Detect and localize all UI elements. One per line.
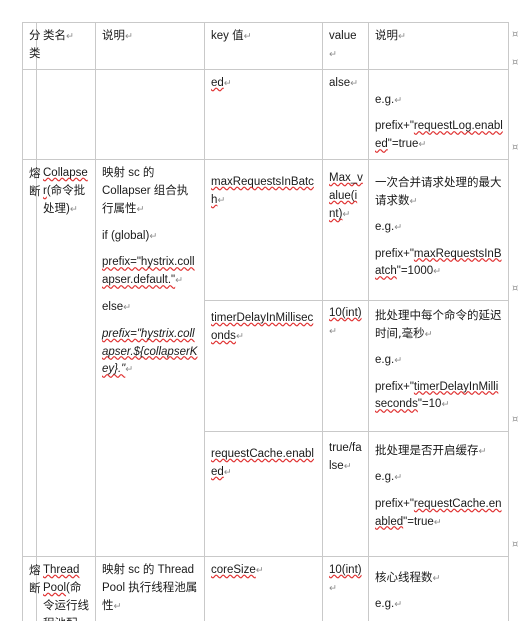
cell-classname: Thread Pool(命令运行线程池配 [36, 556, 96, 621]
row-end-mark: ¤ [512, 283, 519, 294]
cell-value: 10(int)↵ [322, 300, 369, 433]
cell-category [22, 68, 37, 161]
config-table: 分类 类名↵ 说明↵ key 值↵ value↵ 说明↵ ed↵ alse↵ e… [22, 22, 509, 621]
column-header-key: key 值↵ [204, 22, 323, 70]
column-header-valuedesc: 说明↵ [368, 22, 509, 70]
cell-key: ed↵ [204, 68, 323, 161]
cell-key: timerDelayInMilliseconds↵ [204, 300, 323, 433]
cell-value: 10(int)↵ [322, 556, 369, 621]
cell-value: true/false↵ [322, 431, 369, 558]
document-page: 分类 类名↵ 说明↵ key 值↵ value↵ 说明↵ ed↵ alse↵ e… [0, 0, 529, 621]
cell-classdesc [95, 68, 205, 161]
cell-classname: Collapser(命令批处理)↵ [36, 159, 96, 558]
cell-category: 熔断 [22, 556, 41, 621]
column-header-value: value↵ [322, 22, 369, 70]
cell-valuedesc: 批处理是否开启缓存↵ e.g.↵ prefix+"requestCache.en… [368, 431, 509, 558]
cell-valuedesc: 一次合并请求处理的最大请求数↵ e.g.↵ prefix+"maxRequest… [368, 159, 509, 302]
cell-classdesc: 映射 sc 的 Thread Pool 执行线程池属性↵ if (global)… [95, 556, 205, 621]
cell-key: requestCache.enabled↵ [204, 431, 323, 558]
cell-valuedesc: e.g.↵ prefix+"requestLog.enabled"=true↵ [368, 68, 509, 161]
row-end-mark: ¤ [512, 57, 519, 68]
cell-valuedesc: 批处理中每个命令的延迟时间,毫秒↵ e.g.↵ prefix+"timerDel… [368, 300, 509, 433]
row-end-mark: ¤ [512, 539, 519, 550]
table-row: ed↵ alse↵ e.g.↵ prefix+"requestLog.enabl… [22, 68, 509, 161]
row-end-mark: ¤ [512, 29, 519, 40]
cell-value: Max_value(int)↵ [322, 159, 369, 302]
cell-key: coreSize↵ [204, 556, 323, 621]
cell-classname [36, 68, 96, 161]
table-row: 熔断 Thread Pool(命令运行线程池配 映射 sc 的 Thread P… [22, 556, 509, 621]
cell-classdesc: 映射 sc 的 Collapser 组合执行属性↵ if (global)↵ p… [95, 159, 205, 558]
table-header-row: 分类 类名↵ 说明↵ key 值↵ value↵ 说明↵ [22, 22, 509, 70]
row-end-mark: ¤ [512, 414, 519, 425]
table-row: 熔断 Collapser(命令批处理)↵ 映射 sc 的 Collapser 组… [22, 159, 509, 558]
cell-valuedesc: 核心线程数↵ e.g.↵ prefix+"coreSize"=10↵ [368, 556, 509, 621]
row-end-mark: ¤ [512, 142, 519, 153]
column-header-category: 分类 [22, 22, 41, 70]
cell-category: 熔断 [22, 159, 41, 558]
column-header-classdesc: 说明↵ [95, 22, 205, 70]
cell-value: alse↵ [322, 68, 369, 161]
column-header-classname: 类名↵ [36, 22, 96, 70]
cell-key: maxRequestsInBatch↵ [204, 159, 323, 302]
